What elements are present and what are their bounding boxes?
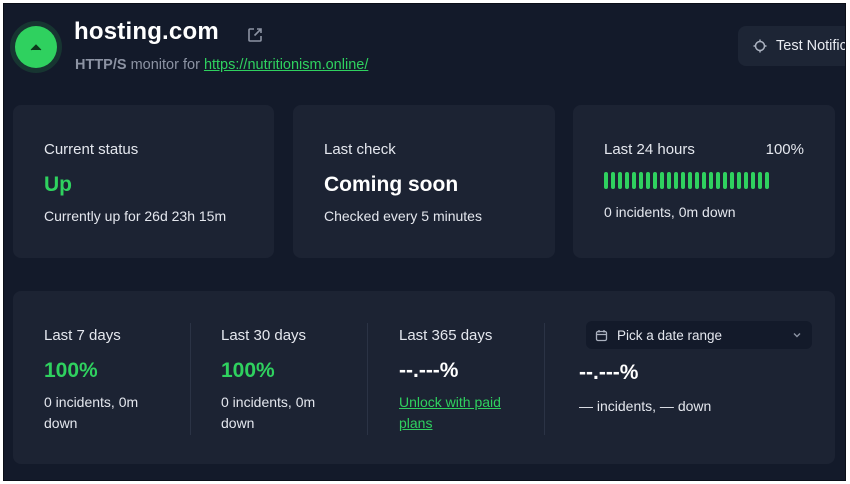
uptime-stats-card: Last 7 days 100% 0 incidents, 0m down La… [13,291,835,464]
current-status-detail: Currently up for 26d 23h 15m [44,208,227,224]
last-24h-card: Last 24 hours 100% 0 incidents, 0m down [573,105,835,258]
last-7-days-value: 100% [44,359,98,382]
custom-range-value: --.---% [579,361,639,384]
stats-divider [190,323,191,435]
monitor-url-link[interactable]: https://nutritionism.online/ [204,57,368,73]
test-notification-button[interactable]: Test Notific [738,26,846,66]
monitor-detail-page: hosting.com HTTP/S monitor for https://n… [3,3,846,481]
uptime-bar [639,172,643,189]
uptime-bar [716,172,720,189]
chevron-down-icon [793,333,801,338]
last-30-days-detail: 0 incidents, 0m down [221,392,315,434]
uptime-bar [681,172,685,189]
test-notification-label: Test Notific [776,38,846,54]
uptime-bar [744,172,748,189]
uptime-bar [751,172,755,189]
last-7-days-detail: 0 incidents, 0m down [44,392,138,434]
uptime-bar [611,172,615,189]
uptime-bar [730,172,734,189]
last-30-days-detail-line-1: 0 incidents, 0m [221,394,316,410]
bell-ring-icon [753,39,767,53]
last-7-days-detail-line-2: down [44,415,78,431]
last-24h-detail: 0 incidents, 0m down [604,204,736,220]
unlock-link-line-2: plans [399,415,433,431]
uptime-bar [695,172,699,189]
last-365-days-value: --.---% [399,359,459,382]
current-status-value: Up [44,173,72,196]
last-30-days-value: 100% [221,359,275,382]
date-range-picker[interactable]: Pick a date range [586,321,812,349]
stats-divider [544,323,545,435]
uptime-bar [765,172,769,189]
last-check-value: Coming soon [324,173,459,196]
last-30-days-label: Last 30 days [221,327,307,344]
uptime-bar [604,172,608,189]
uptime-bar [667,172,671,189]
uptime-bar [674,172,678,189]
last-30-days-detail-line-2: down [221,415,255,431]
uptime-bar [632,172,636,189]
monitor-type: HTTP/S [75,57,127,73]
last-7-days-label: Last 7 days [44,327,121,344]
uptime-bar [709,172,713,189]
uptime-bar [646,172,650,189]
last-7-days-detail-line-1: 0 incidents, 0m [44,394,139,410]
last-365-days-label: Last 365 days [399,327,493,344]
stats-divider [367,323,368,435]
last-check-detail: Checked every 5 minutes [324,208,482,224]
uptime-bar [758,172,762,189]
custom-range-detail: — incidents, — down [579,398,712,414]
unlock-link-line-1: Unlock with paid [399,394,501,410]
uptime-bar [702,172,706,189]
current-status-label: Current status [44,141,139,158]
uptime-bar [737,172,741,189]
date-range-picker-label: Pick a date range [617,327,723,343]
uptime-bars [604,172,769,189]
monitor-subtitle: HTTP/S monitor for https://nutritionism.… [75,57,368,73]
uptime-bar [618,172,622,189]
chevron-up-icon [30,44,42,51]
unlock-paid-plans-link[interactable]: Unlock with paid plans [399,392,501,434]
calendar-icon [595,329,608,341]
last-check-label: Last check [324,141,396,158]
uptime-bar [660,172,664,189]
uptime-bar [723,172,727,189]
status-indicator [15,26,57,68]
uptime-bar [653,172,657,189]
last-24h-label: Last 24 hours [604,141,695,158]
current-status-card: Current status Up Currently up for 26d 2… [13,105,274,258]
uptime-bar [625,172,629,189]
uptime-bar [688,172,692,189]
monitor-title: hosting.com [74,18,219,45]
external-link-icon[interactable] [246,26,264,44]
last-check-card: Last check Coming soon Checked every 5 m… [293,105,555,258]
monitor-for-text: monitor for [130,57,200,73]
last-24h-percent: 100% [765,141,804,158]
